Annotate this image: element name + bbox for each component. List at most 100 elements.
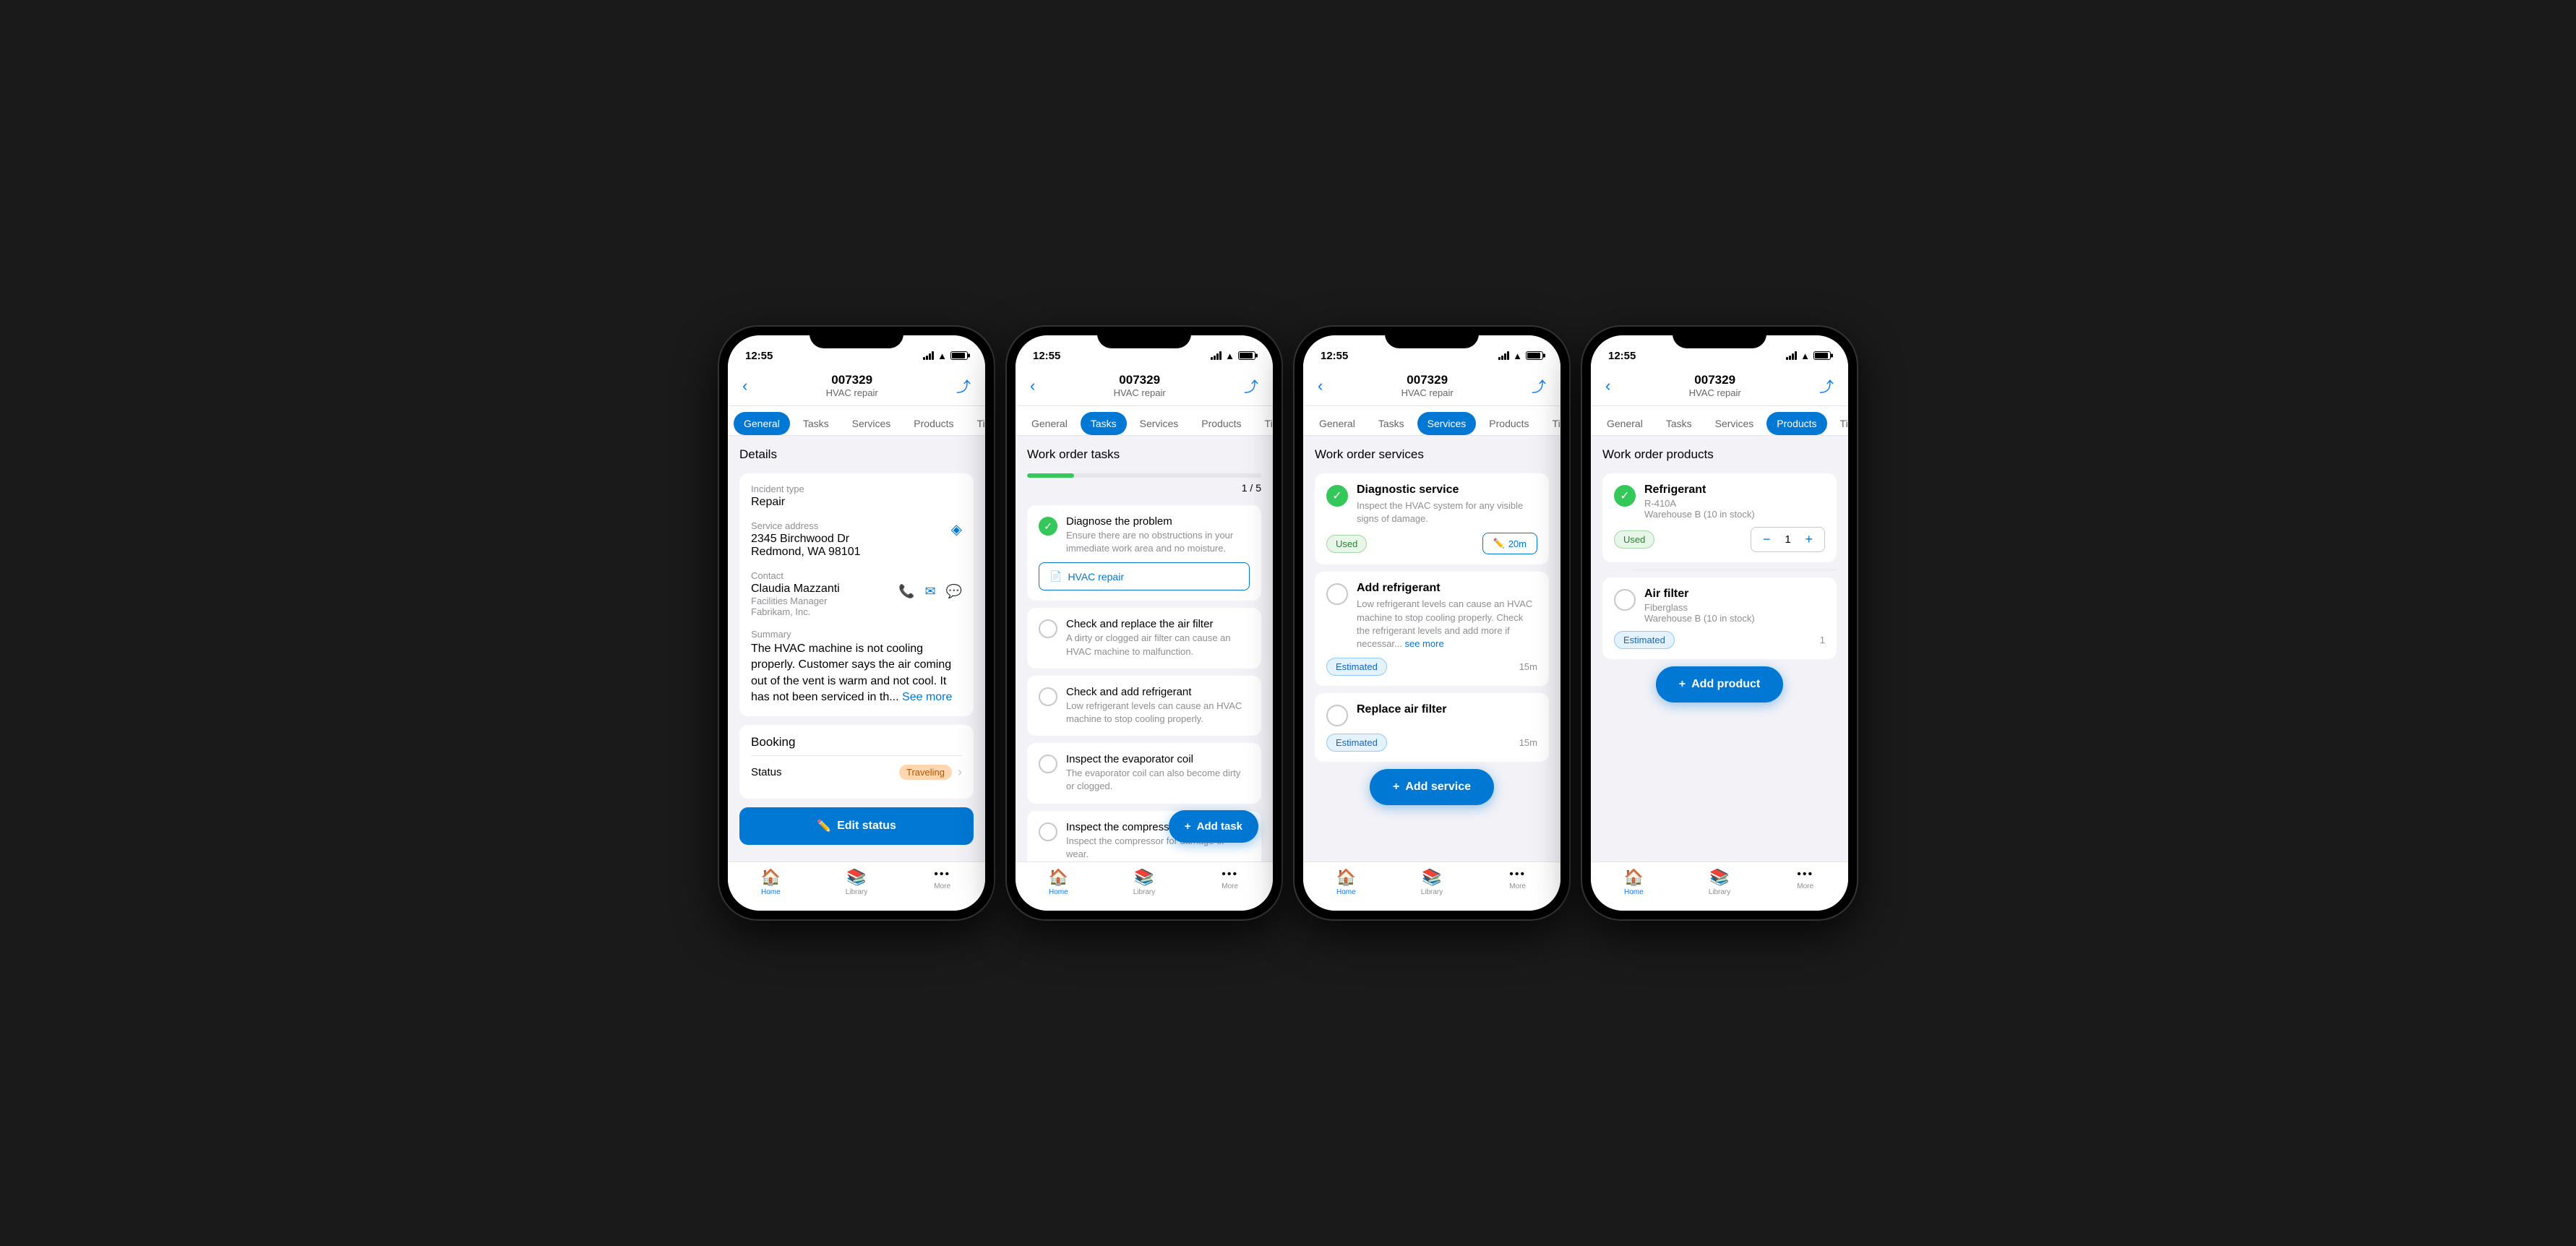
wifi-icon: ▲	[1513, 351, 1522, 361]
service-checkbox[interactable]	[1326, 705, 1348, 726]
nav-more[interactable]: ••• More	[1208, 868, 1252, 896]
nav-home[interactable]: 🏠 Home	[1324, 868, 1368, 896]
tab-time[interactable]: Ti...	[967, 412, 985, 435]
share-button[interactable]: ⤴	[1244, 375, 1258, 396]
task-checkbox[interactable]	[1039, 619, 1057, 638]
status-badge: Traveling	[899, 765, 952, 780]
phone-icon[interactable]: 📞	[898, 584, 914, 599]
tab-time[interactable]: Ti...	[1830, 412, 1848, 435]
nav-library[interactable]: 📚 Library	[1410, 868, 1454, 896]
progress-section: 1 / 5	[1027, 473, 1261, 494]
share-button[interactable]: ⤴	[1532, 375, 1546, 396]
nav-home[interactable]: 🏠 Home	[1036, 868, 1080, 896]
product-text: Air filter Fiberglass Warehouse B (10 in…	[1644, 588, 1825, 624]
task-item-3: Check and add refrigerant Low refrigeran…	[1027, 676, 1261, 736]
task-text: Diagnose the problem Ensure there are no…	[1066, 515, 1250, 555]
tab-services[interactable]: Services	[1705, 412, 1764, 435]
qty-decrease-button[interactable]: −	[1759, 530, 1775, 549]
tab-time[interactable]: Ti...	[1542, 412, 1560, 435]
service-item-3: Replace air filter Estimated 15m	[1315, 693, 1549, 762]
map-pin-icon[interactable]: ◈	[951, 520, 962, 538]
qty-increase-button[interactable]: +	[1800, 530, 1817, 549]
nav-more[interactable]: ••• More	[1784, 868, 1827, 896]
back-button[interactable]: ‹	[1030, 378, 1035, 394]
header-center: 007329 HVAC repair	[1689, 373, 1741, 398]
add-service-fab: + Add service	[1315, 769, 1549, 805]
product-checkbox-done[interactable]: ✓	[1614, 485, 1636, 507]
contact-icons: 📞 ✉ 💬	[898, 584, 962, 599]
nav-more[interactable]: ••• More	[921, 868, 964, 896]
tab-services[interactable]: Services	[842, 412, 901, 435]
service-checkbox[interactable]	[1326, 583, 1348, 605]
see-more-link[interactable]: see more	[1404, 638, 1443, 649]
tab-tasks[interactable]: Tasks	[1081, 412, 1127, 435]
tab-tasks[interactable]: Tasks	[793, 412, 839, 435]
nav-home[interactable]: 🏠 Home	[1612, 868, 1655, 896]
bottom-nav: 🏠 Home 📚 Library ••• More	[1016, 862, 1273, 911]
header: ‹ 007329 HVAC repair ⤴	[1303, 367, 1560, 406]
task-desc: Ensure there are no obstructions in your…	[1066, 529, 1250, 555]
tab-general[interactable]: General	[734, 412, 790, 435]
task-checkbox-done[interactable]: ✓	[1039, 517, 1057, 536]
summary-text: The HVAC machine is not cooling properly…	[751, 641, 962, 706]
home-icon: 🏠	[761, 868, 781, 887]
qty-control: − 1 +	[1751, 527, 1825, 552]
details-card: Incident type Repair Service address 234…	[739, 473, 974, 716]
status-row[interactable]: Status Traveling ›	[751, 755, 962, 789]
share-button[interactable]: ⤴	[956, 375, 971, 396]
service-checkbox-done[interactable]: ✓	[1326, 485, 1348, 507]
general-content: Details Incident type Repair Service add…	[728, 436, 985, 862]
bottom-nav: 🏠 Home 📚 Library ••• More	[1303, 862, 1560, 911]
tab-services[interactable]: Services	[1417, 412, 1477, 435]
summary-section: Summary The HVAC machine is not cooling …	[751, 629, 962, 706]
nav-library[interactable]: 📚 Library	[1122, 868, 1166, 896]
task-link-button[interactable]: 📄 HVAC repair	[1039, 562, 1250, 590]
tab-bar: General Tasks Services Products Ti...	[1303, 406, 1560, 436]
status-icons: ▲	[923, 351, 968, 361]
tab-tasks[interactable]: Tasks	[1368, 412, 1414, 435]
back-button[interactable]: ‹	[1605, 378, 1610, 394]
edit-status-button[interactable]: ✏️ Edit status	[739, 807, 974, 845]
product-item-2: Air filter Fiberglass Warehouse B (10 in…	[1602, 577, 1837, 659]
contact-name: Claudia Mazzanti	[751, 583, 840, 596]
task-checkbox[interactable]	[1039, 687, 1057, 706]
chat-icon[interactable]: 💬	[946, 584, 962, 599]
tab-general[interactable]: General	[1597, 412, 1653, 435]
tab-tasks[interactable]: Tasks	[1656, 412, 1702, 435]
battery-icon	[1238, 351, 1255, 360]
nav-more[interactable]: ••• More	[1496, 868, 1540, 896]
tab-general[interactable]: General	[1309, 412, 1365, 435]
nav-library[interactable]: 📚 Library	[1698, 868, 1741, 896]
tab-general[interactable]: General	[1021, 412, 1078, 435]
address-line2: Redmond, WA 98101	[751, 546, 861, 559]
tab-services[interactable]: Services	[1130, 412, 1189, 435]
tab-products[interactable]: Products	[1479, 412, 1539, 435]
task-desc: Low refrigerant levels can cause an HVAC…	[1066, 700, 1250, 726]
tab-time[interactable]: Ti...	[1255, 412, 1273, 435]
task-checkbox[interactable]	[1039, 755, 1057, 773]
tab-products[interactable]: Products	[903, 412, 963, 435]
section-title: Work order tasks	[1027, 447, 1261, 462]
time-edit-button[interactable]: ✏️ 20m	[1482, 533, 1537, 554]
add-service-button[interactable]: + Add service	[1370, 769, 1494, 805]
add-product-button[interactable]: + Add product	[1656, 666, 1783, 703]
contact-row: Claudia Mazzanti Facilities Manager Fabr…	[751, 583, 962, 617]
product-checkbox[interactable]	[1614, 589, 1636, 611]
share-button[interactable]: ⤴	[1819, 375, 1834, 396]
add-task-button[interactable]: + Add task	[1169, 810, 1258, 843]
back-button[interactable]: ‹	[742, 378, 747, 394]
task-name: Check and replace the air filter	[1066, 618, 1250, 630]
contact-company: Fabrikam, Inc.	[751, 606, 840, 617]
service-address-section: Service address 2345 Birchwood Dr Redmon…	[751, 520, 962, 559]
see-more-link[interactable]: See more	[902, 691, 952, 703]
tab-products[interactable]: Products	[1191, 412, 1251, 435]
back-button[interactable]: ‹	[1318, 378, 1323, 394]
service-address-label: Service address	[751, 520, 861, 531]
library-icon: 📚	[1709, 868, 1729, 887]
nav-library[interactable]: 📚 Library	[835, 868, 878, 896]
tab-products[interactable]: Products	[1766, 412, 1826, 435]
incident-type-section: Incident type Repair	[751, 484, 962, 509]
product-sub2: Warehouse B (10 in stock)	[1644, 509, 1825, 520]
nav-home[interactable]: 🏠 Home	[749, 868, 792, 896]
email-icon[interactable]: ✉	[924, 584, 935, 599]
